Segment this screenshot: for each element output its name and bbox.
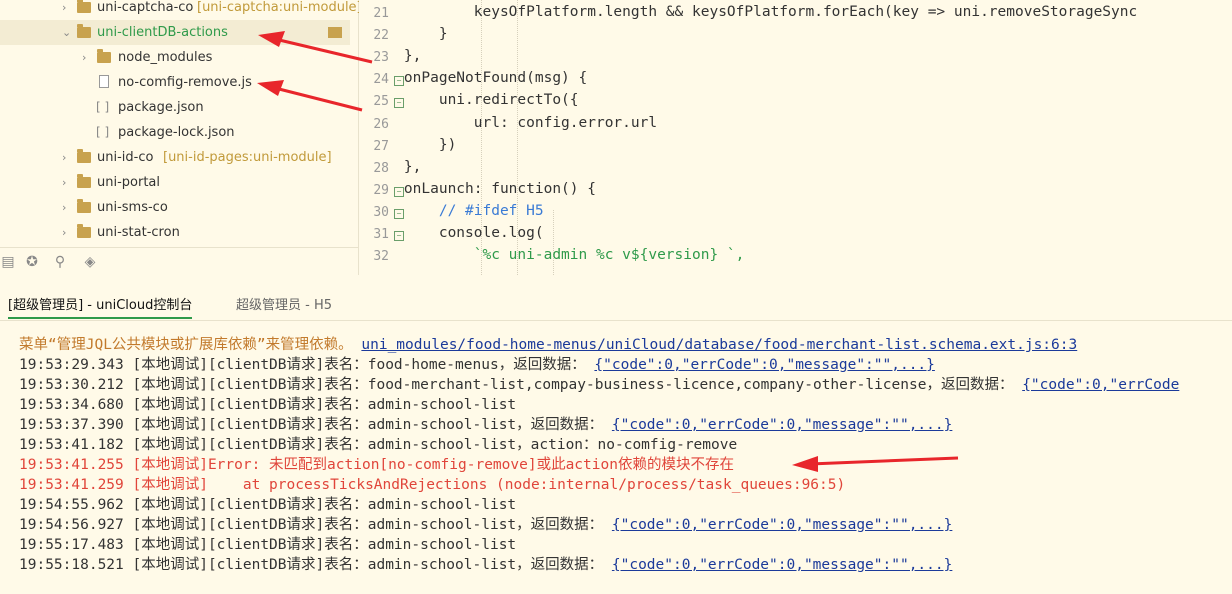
arrow-to-file (257, 80, 363, 112)
arrow-to-error (792, 456, 959, 472)
arrow-to-folder (258, 31, 373, 64)
annotation-arrows (257, 31, 959, 472)
